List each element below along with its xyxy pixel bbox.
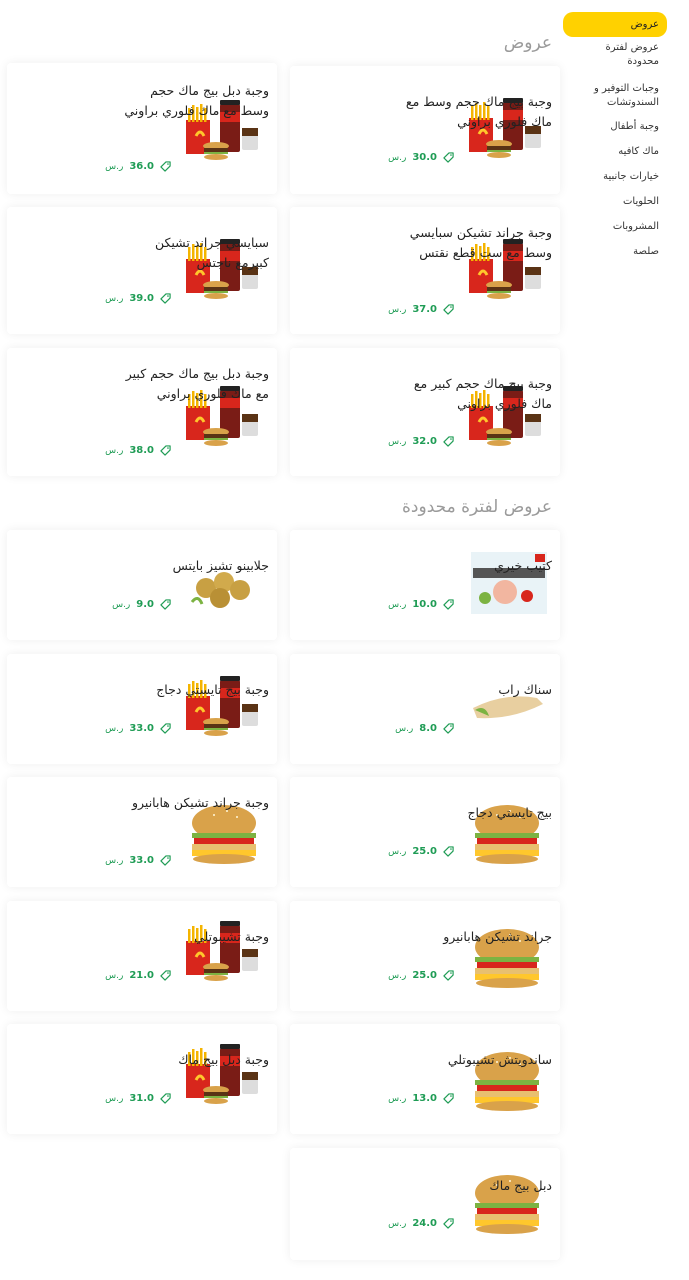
price-tag-icon bbox=[443, 304, 454, 315]
price-tag-icon bbox=[160, 293, 171, 304]
price-tag-icon bbox=[443, 846, 454, 857]
product-name: دبل بيج ماك bbox=[489, 1178, 552, 1193]
product-card[interactable]: وجبة بيج ماك حجم وسط مع ماك فلوري براوني… bbox=[290, 66, 560, 194]
product-card[interactable]: دبل بيج ماك ر.س 24.0 bbox=[290, 1148, 560, 1260]
product-card[interactable]: وجبة دبل بيج ماك حجم وسط مع ماك فلوري بر… bbox=[7, 63, 277, 194]
price-tag-icon bbox=[443, 723, 454, 734]
price-tag-icon bbox=[160, 161, 171, 172]
product-price: ر.س 9.0 bbox=[112, 599, 171, 610]
price-tag-icon bbox=[443, 436, 454, 447]
product-name: جلابينو تشيز بايتس bbox=[172, 558, 269, 573]
section-title-offers: عروض bbox=[503, 33, 552, 53]
product-price: ر.س 10.0 bbox=[388, 599, 454, 610]
product-card[interactable]: وجبة جراند تشيكن سبايسي وسط مع ست قطع نق… bbox=[290, 207, 560, 334]
product-name: وجبة دبل بيج ماك bbox=[178, 1052, 269, 1067]
product-price: ر.س 31.0 bbox=[105, 1093, 171, 1104]
product-name: ساندويتش تشيبوتلي bbox=[447, 1052, 552, 1067]
product-price: ر.س 24.0 bbox=[388, 1218, 454, 1229]
product-name: وجبة بيج ماك حجم كبير مع ماك فلوري براون… bbox=[413, 376, 552, 411]
product-price: ر.س 36.0 bbox=[105, 161, 171, 172]
price-tag-icon bbox=[160, 723, 171, 734]
sidebar-item-desserts[interactable]: الحلويات bbox=[563, 195, 667, 209]
product-price: ر.س 8.0 bbox=[395, 723, 454, 734]
price-tag-icon bbox=[160, 855, 171, 866]
section-title-limited: عروض لفترة محدودة bbox=[402, 497, 552, 517]
product-card[interactable]: وجبة دبل بيج ماك حجم كبير مع ماك فلوري ب… bbox=[7, 348, 277, 476]
sidebar-item-sides[interactable]: خيارات جانبية bbox=[563, 170, 667, 184]
product-name: بيج تايستي دجاج bbox=[467, 805, 552, 820]
product-card[interactable]: جلابينو تشيز بايتس ر.س 9.0 bbox=[7, 530, 277, 640]
product-price: ر.س 33.0 bbox=[105, 855, 171, 866]
product-price: ر.س 30.0 bbox=[388, 152, 454, 163]
product-card[interactable]: كتيب خيري ر.س 10.0 bbox=[290, 530, 560, 640]
product-price: ر.س 37.0 bbox=[388, 304, 454, 315]
product-card[interactable]: سناك راب ر.س 8.0 bbox=[290, 654, 560, 764]
product-price: ر.س 32.0 bbox=[388, 436, 454, 447]
price-tag-icon bbox=[160, 599, 171, 610]
sidebar-item-offers[interactable]: عروض bbox=[563, 12, 667, 37]
product-card[interactable]: وجبة دبل بيج ماك ر.س 31.0 bbox=[7, 1024, 277, 1134]
price-tag-icon bbox=[443, 599, 454, 610]
product-card[interactable]: وجبة تشيبوتلي ر.س 21.0 bbox=[7, 901, 277, 1011]
product-name: وجبة دبل بيج ماك حجم وسط مع ماك فلوري بر… bbox=[124, 83, 269, 118]
product-card[interactable]: وجبة جراند تشيكن هابانيرو ر.س 33.0 bbox=[7, 777, 277, 887]
product-name: وجبة بيج تايستي دجاج bbox=[156, 682, 269, 697]
price-tag-icon bbox=[160, 1093, 171, 1104]
product-name: كتيب خيري bbox=[494, 558, 552, 573]
product-card[interactable]: وجبة بيج تايستي دجاج ر.س 33.0 bbox=[7, 654, 277, 764]
price-tag-icon bbox=[443, 152, 454, 163]
product-name: وجبة جراند تشيكن هابانيرو bbox=[132, 795, 269, 810]
product-card[interactable]: وجبة بيج ماك حجم كبير مع ماك فلوري براون… bbox=[290, 348, 560, 476]
product-price: ر.س 39.0 bbox=[105, 293, 171, 304]
product-card[interactable]: بيج تايستي دجاج ر.س 25.0 bbox=[290, 777, 560, 887]
product-name: جراند تشيكن هابانيرو bbox=[443, 929, 552, 944]
category-sidebar: عروض عروض لفترة محدودة وجبات التوفير و ا… bbox=[563, 8, 667, 259]
sidebar-item-sauce[interactable]: صلصة bbox=[563, 245, 667, 259]
sidebar-item-mccafe[interactable]: ماك كافيه bbox=[563, 145, 667, 159]
sidebar-item-value-meals[interactable]: وجبات التوفير و السندوتشات bbox=[563, 82, 667, 110]
price-tag-icon bbox=[443, 970, 454, 981]
product-name: وجبة دبل بيج ماك حجم كبير مع ماك فلوري ب… bbox=[125, 366, 269, 401]
product-card[interactable]: سبايسي جراند تشيكن كبيرمع ناجتس ر.س 39.0 bbox=[7, 207, 277, 334]
sidebar-item-drinks[interactable]: المشروبات bbox=[563, 220, 667, 234]
product-price: ر.س 25.0 bbox=[388, 970, 454, 981]
price-tag-icon bbox=[443, 1218, 454, 1229]
product-price: ر.س 38.0 bbox=[105, 445, 171, 456]
sidebar-item-kids-meal[interactable]: وجبة أطفال bbox=[563, 120, 667, 134]
price-tag-icon bbox=[160, 970, 171, 981]
product-price: ر.س 13.0 bbox=[388, 1093, 454, 1104]
product-card[interactable]: ساندويتش تشيبوتلي ر.س 13.0 bbox=[290, 1024, 560, 1134]
sidebar-item-limited-offers[interactable]: عروض لفترة محدودة bbox=[563, 41, 667, 69]
price-tag-icon bbox=[443, 1093, 454, 1104]
product-name: سناك راب bbox=[498, 682, 552, 697]
product-price: ر.س 33.0 bbox=[105, 723, 171, 734]
product-price: ر.س 21.0 bbox=[105, 970, 171, 981]
product-name: وجبة جراند تشيكن سبايسي وسط مع ست قطع نق… bbox=[409, 225, 552, 260]
price-tag-icon bbox=[160, 445, 171, 456]
product-price: ر.س 25.0 bbox=[388, 846, 454, 857]
product-name: وجبة تشيبوتلي bbox=[194, 929, 269, 944]
product-name: سبايسي جراند تشيكن كبيرمع ناجتس bbox=[154, 235, 269, 270]
product-image bbox=[465, 542, 550, 624]
product-name: وجبة بيج ماك حجم وسط مع ماك فلوري براوني bbox=[405, 94, 552, 129]
product-card[interactable]: جراند تشيكن هابانيرو ر.س 25.0 bbox=[290, 901, 560, 1011]
